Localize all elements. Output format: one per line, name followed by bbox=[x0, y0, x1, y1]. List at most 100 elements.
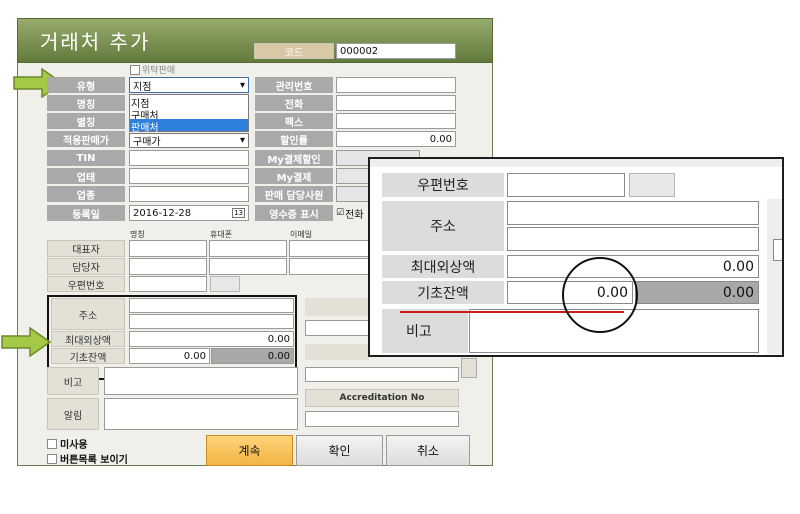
show-buttons-checkbox[interactable]: 버튼목록 보이기 bbox=[47, 451, 128, 466]
discount-input[interactable]: 0.00 bbox=[336, 131, 456, 147]
zip-input[interactable] bbox=[129, 276, 207, 292]
contact-row-label: 담당자 bbox=[47, 258, 125, 275]
inset-address-input-1[interactable] bbox=[507, 201, 759, 225]
code-input[interactable]: 000002 bbox=[336, 43, 456, 59]
unused-label: 미사용 bbox=[60, 440, 88, 451]
reg-date-input[interactable]: 2016-12-28 13 bbox=[129, 205, 249, 221]
confirm-button[interactable]: 확인 bbox=[296, 435, 383, 466]
tin-input[interactable] bbox=[129, 150, 249, 166]
discount-label: 할인률 bbox=[255, 131, 333, 147]
staff-email-input[interactable] bbox=[289, 258, 369, 275]
staff-name-input[interactable] bbox=[129, 258, 207, 275]
chevron-down-icon: ▾ bbox=[239, 135, 245, 146]
inset-zip-search-button[interactable] bbox=[629, 173, 675, 197]
zip-search-button[interactable] bbox=[210, 276, 240, 292]
opening-balance-readonly: 0.00 bbox=[211, 348, 294, 364]
inset-address-input-2[interactable] bbox=[507, 227, 759, 251]
inset-top-strip bbox=[370, 159, 782, 167]
checkbox-icon bbox=[130, 64, 140, 75]
opening-balance-input[interactable]: 0.00 bbox=[129, 348, 210, 364]
type-select[interactable]: 지점 ▾ bbox=[129, 77, 249, 93]
alert-label: 알림 bbox=[47, 398, 99, 430]
chevron-down-icon: ▾ bbox=[239, 79, 245, 91]
manager-no-label: 관리번호 bbox=[255, 77, 333, 93]
receipt-phone-checkbox[interactable]: ☑ 전화 bbox=[336, 205, 370, 221]
dropdown-option-selected[interactable]: 판매처 bbox=[130, 119, 248, 134]
side-tab[interactable] bbox=[461, 358, 477, 378]
continue-button[interactable]: 계속 bbox=[206, 435, 293, 466]
checkbox-icon bbox=[47, 453, 57, 464]
my-pay-label: My결제 bbox=[255, 168, 333, 184]
name-label: 명칭 bbox=[47, 95, 125, 111]
inset-memo-label: 비고 bbox=[382, 309, 468, 353]
type-select-value: 지점 bbox=[133, 81, 152, 93]
max-credit-input[interactable]: 0.00 bbox=[129, 331, 294, 347]
fax-label: 팩스 bbox=[255, 113, 333, 129]
inset-zip-input[interactable] bbox=[507, 173, 625, 197]
staff-mobile-input[interactable] bbox=[209, 258, 287, 275]
inset-opening-label: 기초잔액 bbox=[382, 281, 504, 304]
reg-date-label: 등록일 bbox=[47, 205, 125, 221]
contact-col-header: 이메일 bbox=[290, 230, 313, 239]
contact-col-header: 명칭 bbox=[130, 230, 145, 239]
alert-input[interactable] bbox=[104, 398, 298, 430]
inset-opening-readonly: 0.00 bbox=[635, 281, 759, 304]
price-level-value: 구매가 bbox=[133, 137, 161, 148]
contact-row-label: 대표자 bbox=[47, 240, 125, 257]
contact-col-header: 휴대폰 bbox=[210, 230, 233, 239]
inset-max-credit-label: 최대외상액 bbox=[382, 255, 504, 278]
rep-name-input[interactable] bbox=[129, 240, 207, 257]
consign-label: 위탁판매 bbox=[142, 66, 176, 76]
business-input[interactable] bbox=[129, 168, 249, 184]
right-label-block bbox=[305, 298, 369, 316]
memo-input[interactable] bbox=[104, 367, 298, 395]
price-level-select[interactable]: 구매가 ▾ bbox=[129, 133, 249, 148]
manager-no-input[interactable] bbox=[336, 77, 456, 93]
check-icon: ☑ bbox=[336, 208, 345, 218]
max-credit-label: 최대외상액 bbox=[51, 331, 125, 347]
checkbox-icon bbox=[47, 438, 57, 449]
zip-label: 우편번호 bbox=[47, 276, 125, 292]
receipt-phone-label: 전화 bbox=[345, 209, 364, 221]
category-label: 업종 bbox=[47, 186, 125, 202]
business-label: 업태 bbox=[47, 168, 125, 184]
reg-date-value: 2016-12-28 bbox=[133, 207, 192, 219]
fax-input[interactable] bbox=[336, 113, 456, 129]
phone-input[interactable] bbox=[336, 95, 456, 111]
highlight-circle-icon bbox=[562, 257, 638, 333]
inset-right-strip bbox=[767, 199, 782, 354]
address-input-2[interactable] bbox=[129, 314, 294, 329]
calendar-icon[interactable]: 13 bbox=[232, 208, 245, 218]
consign-checkbox[interactable]: 위탁판매 bbox=[130, 63, 175, 76]
receipt-label: 영수증 표시 bbox=[255, 205, 333, 221]
right-input-1[interactable] bbox=[305, 320, 369, 336]
address-input-1[interactable] bbox=[129, 298, 294, 313]
category-input[interactable] bbox=[129, 186, 249, 202]
inset-address-label: 주소 bbox=[382, 201, 504, 251]
price-level-label: 적용판매가 bbox=[47, 131, 125, 147]
unused-checkbox[interactable]: 미사용 bbox=[47, 436, 88, 451]
rep-mobile-input[interactable] bbox=[209, 240, 287, 257]
right-input-2[interactable] bbox=[305, 367, 459, 382]
right-label-block bbox=[305, 344, 369, 360]
opening-balance-label: 기초잔액 bbox=[51, 348, 125, 364]
cancel-button[interactable]: 취소 bbox=[386, 435, 470, 466]
my-pay-discount-label: My결제할인 bbox=[255, 150, 333, 166]
accreditation-input[interactable] bbox=[305, 411, 459, 427]
show-buttons-label: 버튼목록 보이기 bbox=[60, 455, 128, 466]
type-label: 유형 bbox=[47, 77, 125, 93]
phone-label: 전화 bbox=[255, 95, 333, 111]
memo-label: 비고 bbox=[47, 367, 99, 395]
zoom-inset: 우편번호 주소 최대외상액 0.00 기초잔액 0.00 0.00 비고 bbox=[368, 157, 784, 357]
sales-rep-label: 판매 담당사원 bbox=[255, 186, 333, 202]
pointer-arrow-icon bbox=[1, 327, 52, 357]
dropdown-option[interactable]: 지점 bbox=[131, 95, 247, 110]
dropdown-option[interactable]: 구매처 bbox=[131, 107, 247, 122]
tin-label: TIN bbox=[47, 150, 125, 166]
code-label: 코드 bbox=[254, 43, 334, 59]
rep-email-input[interactable] bbox=[289, 240, 369, 257]
accreditation-label: Accreditation No bbox=[305, 389, 459, 407]
dialog-title: 거래처 추가 bbox=[40, 30, 151, 54]
address-label: 주소 bbox=[51, 298, 125, 330]
alias-label: 별칭 bbox=[47, 113, 125, 129]
